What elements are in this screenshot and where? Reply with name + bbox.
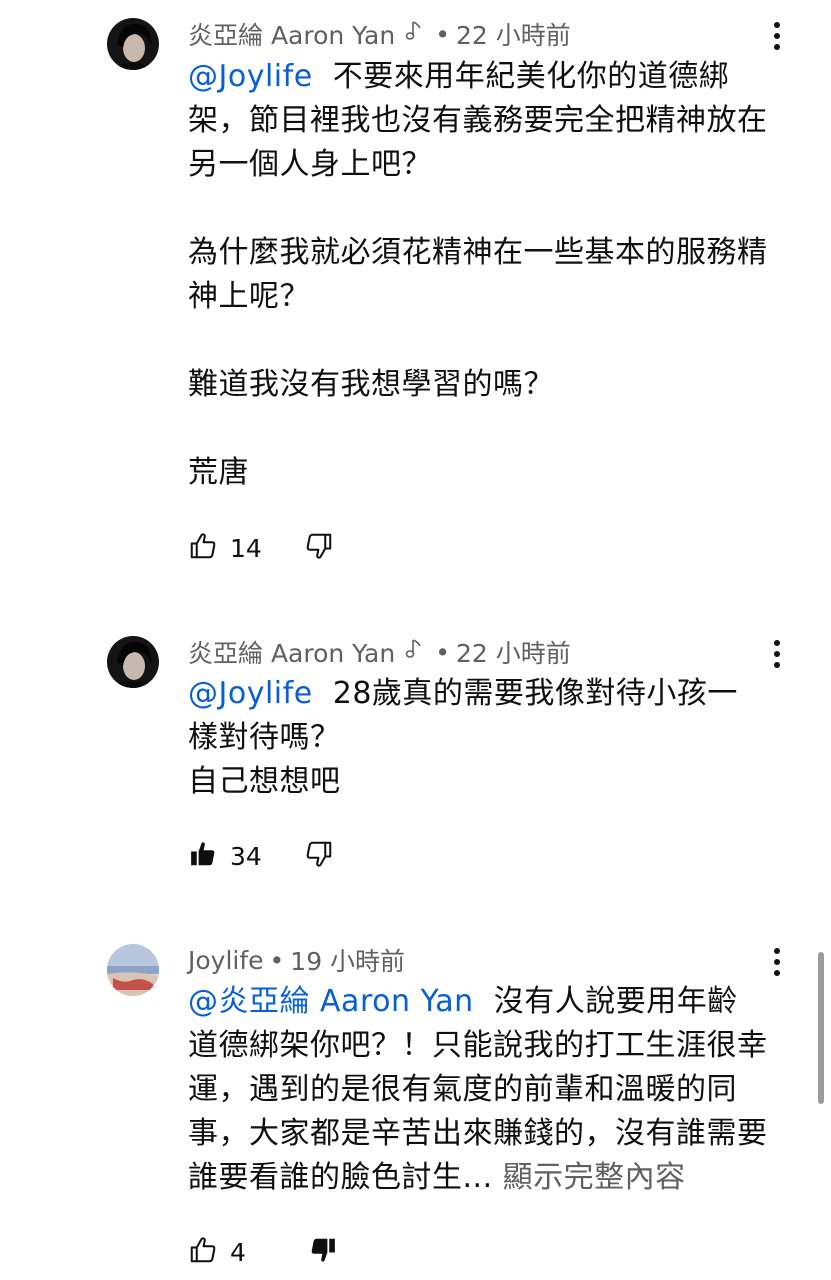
avatar[interactable] bbox=[107, 18, 159, 70]
timestamp[interactable]: 22 小時前 bbox=[456, 16, 571, 52]
avatar[interactable] bbox=[107, 636, 159, 688]
thumbs-up-filled-icon bbox=[188, 839, 218, 873]
comment-text: @Joylife 不要來用年紀美化你的道德綁架，節目裡我也沒有義務要完全把精神放… bbox=[188, 55, 768, 495]
like-count: 14 bbox=[230, 533, 262, 563]
comment-thread: 炎亞綸 Aaron Yan • 22 小時前 @Joylife 不要來用年紀美化… bbox=[0, 0, 831, 1280]
scrollbar-thumb[interactable] bbox=[818, 952, 824, 1104]
thumbs-down-icon bbox=[304, 531, 334, 565]
author-name[interactable]: 炎亞綸 Aaron Yan bbox=[188, 634, 395, 670]
thumbs-up-icon bbox=[188, 1235, 218, 1269]
timestamp[interactable]: 19 小時前 bbox=[290, 942, 405, 978]
mention-link[interactable]: @Joylife bbox=[188, 676, 313, 711]
music-note-icon bbox=[405, 20, 423, 48]
more-options-icon[interactable] bbox=[765, 16, 789, 56]
like-button[interactable]: 14 bbox=[188, 531, 304, 565]
comment-header: Joylife • 19 小時前 bbox=[188, 942, 405, 978]
comment-body: 不要來用年紀美化你的道德綁架，節目裡我也沒有義務要完全把精神放在另一個人身上吧？… bbox=[188, 59, 768, 490]
like-button[interactable]: 34 bbox=[188, 839, 304, 873]
like-button[interactable]: 4 bbox=[188, 1235, 304, 1269]
more-options-icon[interactable] bbox=[765, 942, 789, 982]
comment-text: @Joylife 28歲真的需要我像對待小孩一樣對待嗎？ 自己想想吧 bbox=[188, 672, 768, 804]
author-name[interactable]: 炎亞綸 Aaron Yan bbox=[188, 16, 395, 52]
comment-actions: 14 bbox=[188, 528, 334, 568]
comment-actions: 4 bbox=[188, 1232, 338, 1272]
mention-link[interactable]: @Joylife bbox=[188, 59, 313, 94]
avatar[interactable] bbox=[107, 944, 159, 996]
comment-header: 炎亞綸 Aaron Yan • 22 小時前 bbox=[188, 634, 571, 670]
dislike-button[interactable] bbox=[304, 839, 334, 873]
comment-actions: 34 bbox=[188, 836, 334, 876]
like-count: 34 bbox=[230, 841, 262, 871]
more-options-icon[interactable] bbox=[765, 634, 789, 674]
author-name[interactable]: Joylife bbox=[188, 946, 264, 975]
comment-header: 炎亞綸 Aaron Yan • 22 小時前 bbox=[188, 16, 571, 52]
like-count: 4 bbox=[230, 1237, 246, 1267]
separator: • bbox=[269, 945, 285, 975]
dislike-button[interactable] bbox=[304, 531, 334, 565]
comment-text: @炎亞綸 Aaron Yan 沒有人說要用年齡道德綁架你吧？！只能說我的打工生涯… bbox=[188, 980, 768, 1200]
mention-link[interactable]: @炎亞綸 Aaron Yan bbox=[188, 984, 474, 1019]
separator: • bbox=[435, 19, 450, 49]
timestamp[interactable]: 22 小時前 bbox=[456, 634, 571, 670]
thumbs-down-icon bbox=[304, 839, 334, 873]
separator: • bbox=[435, 637, 450, 667]
thumbs-down-filled-icon bbox=[308, 1235, 338, 1269]
thumbs-up-icon bbox=[188, 531, 218, 565]
music-note-icon bbox=[405, 638, 423, 666]
show-more-link[interactable]: 顯示完整內容 bbox=[503, 1160, 686, 1195]
dislike-button[interactable] bbox=[308, 1235, 338, 1269]
